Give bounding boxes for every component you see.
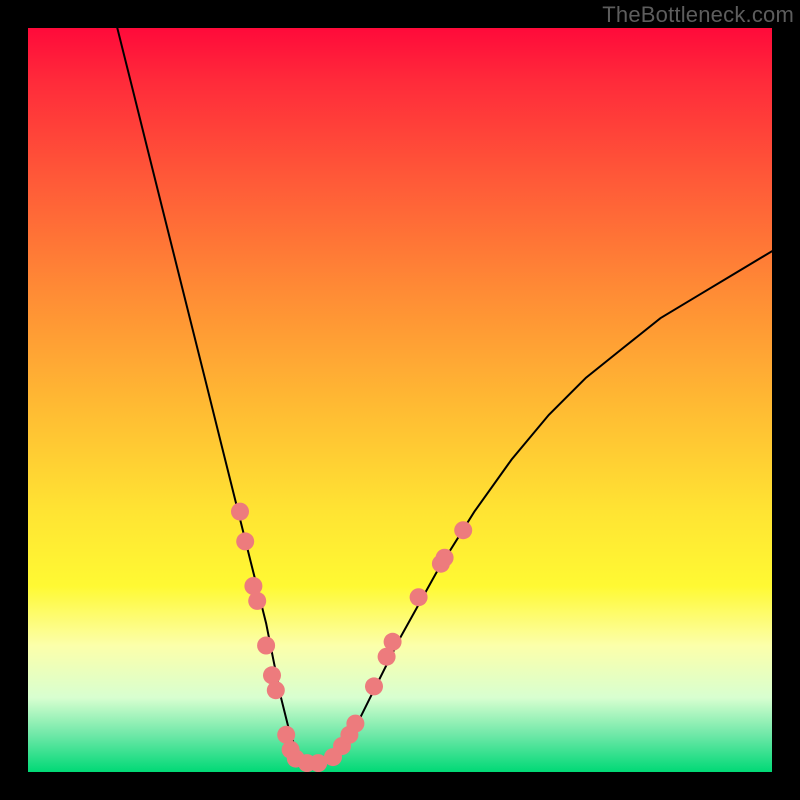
curve-marker xyxy=(257,637,275,655)
curve-marker xyxy=(248,592,266,610)
chart-svg xyxy=(28,28,772,772)
curve-marker xyxy=(384,633,402,651)
curve-marker xyxy=(410,588,428,606)
curve-marker xyxy=(267,681,285,699)
curve-marker xyxy=(454,521,472,539)
bottleneck-curve xyxy=(117,28,772,765)
curve-marker xyxy=(231,503,249,521)
chart-frame: TheBottleneck.com xyxy=(0,0,800,800)
curve-marker xyxy=(346,715,364,733)
curve-marker xyxy=(236,532,254,550)
plot-area xyxy=(28,28,772,772)
curve-marker xyxy=(436,549,454,567)
watermark-text: TheBottleneck.com xyxy=(602,2,794,28)
curve-marker xyxy=(365,677,383,695)
curve-markers xyxy=(231,503,472,772)
